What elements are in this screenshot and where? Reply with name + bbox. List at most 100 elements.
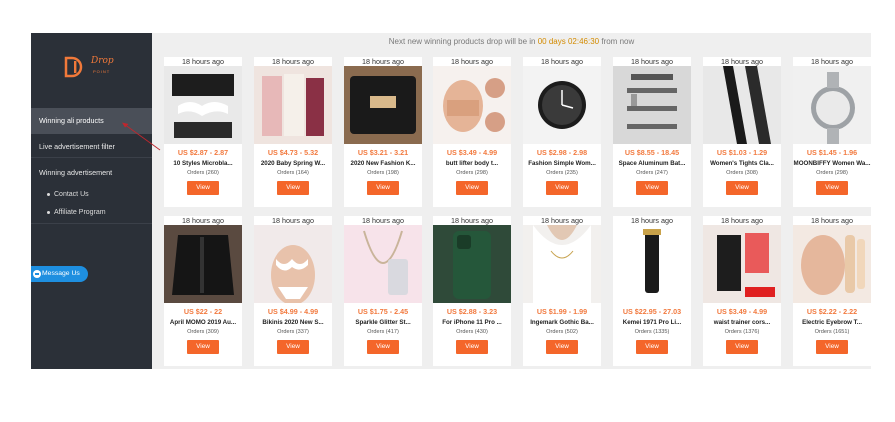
product-image[interactable] <box>254 66 332 144</box>
posted-time: 18 hours ago <box>631 216 673 225</box>
product-image[interactable] <box>254 225 332 303</box>
sidebar: Drop POINT Winning ali products Live adv… <box>31 33 152 369</box>
product-title[interactable]: 10 Styles Microbla... <box>164 160 242 167</box>
product-title[interactable]: Ingemark Gothic Ba... <box>523 319 601 326</box>
product-image[interactable] <box>613 66 691 144</box>
product-image[interactable] <box>703 66 781 144</box>
sidebar-item-affiliate-program[interactable]: Affiliate Program <box>47 209 106 216</box>
view-button[interactable]: View <box>726 181 758 195</box>
product-card[interactable]: 18 hours ago US $4.99 - 4.99 Bikinis 202… <box>254 216 332 366</box>
divider <box>31 223 152 224</box>
product-orders: Orders (247) <box>636 170 668 176</box>
product-title[interactable]: Electric Eyebrow T... <box>793 319 871 326</box>
product-image[interactable] <box>613 225 691 303</box>
view-button[interactable]: View <box>816 181 848 195</box>
product-card[interactable]: 18 hours ago US $2.22 - 2.22 Electric Ey… <box>793 216 871 366</box>
product-image[interactable] <box>164 225 242 303</box>
view-button[interactable]: View <box>187 181 219 195</box>
product-title[interactable]: butt lifter body t... <box>433 160 511 167</box>
product-grid-area: Next new winning products drop will be i… <box>152 33 871 369</box>
product-card[interactable]: 18 hours ago US $1.03 - 1.29 Women's Tig… <box>703 57 781 207</box>
view-button[interactable]: View <box>546 181 578 195</box>
product-image[interactable] <box>793 66 871 144</box>
product-title[interactable]: Kemei 1971 Pro Li... <box>613 319 691 326</box>
sidebar-item-label: Contact Us <box>54 191 89 198</box>
product-price: US $2.98 - 2.98 <box>536 148 588 157</box>
view-button[interactable]: View <box>456 181 488 195</box>
message-us-button[interactable]: Message Us <box>31 266 88 282</box>
view-button[interactable]: View <box>367 181 399 195</box>
posted-time: 18 hours ago <box>362 216 404 225</box>
posted-time: 18 hours ago <box>272 57 314 66</box>
view-button[interactable]: View <box>636 181 668 195</box>
sidebar-item-label: Live advertisement filter <box>39 142 115 151</box>
product-card[interactable]: 18 hours ago US $3.49 - 4.99 butt lifter… <box>433 57 511 207</box>
product-price: US $2.22 - 2.22 <box>806 307 858 316</box>
posted-time: 18 hours ago <box>451 216 493 225</box>
product-title[interactable]: MOONBIFFY Women Wa... <box>793 160 871 167</box>
product-orders: Orders (260) <box>187 170 219 176</box>
product-card[interactable]: 18 hours ago US $1.45 - 1.96 MOONBIFFY W… <box>793 57 871 207</box>
product-price: US $1.75 - 2.45 <box>357 307 409 316</box>
product-card[interactable]: 18 hours ago US $22.95 - 27.03 Kemei 197… <box>613 216 691 366</box>
sidebar-item-live-advertisement-filter[interactable]: Live advertisement filter <box>31 142 152 151</box>
product-title[interactable]: Space Aluminum Bat... <box>613 160 691 167</box>
product-orders: Orders (298) <box>456 170 488 176</box>
product-card[interactable]: 18 hours ago US $4.73 - 5.32 2020 Baby S… <box>254 57 332 207</box>
product-card[interactable]: 18 hours ago US $1.99 - 1.99 Ingemark Go… <box>523 216 601 366</box>
product-card[interactable]: 18 hours ago US $22 - 22 April MOMO 2019… <box>164 216 242 366</box>
product-card[interactable]: 18 hours ago US $2.87 - 2.87 10 Styles M… <box>164 57 242 207</box>
view-button[interactable]: View <box>367 340 399 354</box>
product-title[interactable]: waist trainer cors... <box>703 319 781 326</box>
posted-time: 18 hours ago <box>451 57 493 66</box>
product-title[interactable]: Bikinis 2020 New S... <box>254 319 332 326</box>
product-title[interactable]: Sparkle Glitter St... <box>344 319 422 326</box>
product-title[interactable]: Fashion Simple Wom... <box>523 160 601 167</box>
product-image[interactable] <box>433 66 511 144</box>
product-card[interactable]: 18 hours ago US $2.98 - 2.98 Fashion Sim… <box>523 57 601 207</box>
product-card[interactable]: 18 hours ago US $3.49 - 4.99 waist train… <box>703 216 781 366</box>
product-image[interactable] <box>703 225 781 303</box>
sidebar-item-contact-us[interactable]: Contact Us <box>47 191 89 198</box>
posted-time: 18 hours ago <box>362 57 404 66</box>
product-image[interactable] <box>523 66 601 144</box>
posted-time: 18 hours ago <box>182 216 224 225</box>
product-title[interactable]: For iPhone 11 Pro ... <box>433 319 511 326</box>
view-button[interactable]: View <box>456 340 488 354</box>
posted-time: 18 hours ago <box>721 216 763 225</box>
view-button[interactable]: View <box>187 340 219 354</box>
product-image[interactable] <box>344 66 422 144</box>
view-button[interactable]: View <box>636 340 668 354</box>
view-button[interactable]: View <box>816 340 848 354</box>
product-title[interactable]: Women's Tights Cla... <box>703 160 781 167</box>
view-button[interactable]: View <box>546 340 578 354</box>
product-card[interactable]: 18 hours ago US $3.21 - 3.21 2020 New Fa… <box>344 57 422 207</box>
product-image[interactable] <box>793 225 871 303</box>
banner-prefix: Next new winning products drop will be i… <box>388 37 536 46</box>
product-card[interactable]: 18 hours ago US $1.75 - 2.45 Sparkle Gli… <box>344 216 422 366</box>
product-image[interactable] <box>164 66 242 144</box>
view-button[interactable]: View <box>277 340 309 354</box>
product-price: US $2.88 - 3.23 <box>446 307 498 316</box>
brand-logo[interactable]: Drop POINT <box>64 55 124 81</box>
view-button[interactable]: View <box>726 340 758 354</box>
product-card[interactable]: 18 hours ago US $8.55 - 18.45 Space Alum… <box>613 57 691 207</box>
product-card[interactable]: 18 hours ago US $2.88 - 3.23 For iPhone … <box>433 216 511 366</box>
product-title[interactable]: April MOMO 2019 Au... <box>164 319 242 326</box>
product-image[interactable] <box>433 225 511 303</box>
product-price: US $1.03 - 1.29 <box>716 148 768 157</box>
product-orders: Orders (430) <box>456 329 488 335</box>
product-title[interactable]: 2020 Baby Spring W... <box>254 160 332 167</box>
product-image[interactable] <box>344 225 422 303</box>
sidebar-item-winning-advertisement[interactable]: Winning advertisement <box>31 168 152 177</box>
product-orders: Orders (308) <box>726 170 758 176</box>
product-orders: Orders (298) <box>816 170 848 176</box>
view-button[interactable]: View <box>277 181 309 195</box>
product-orders: Orders (1335) <box>634 329 670 335</box>
product-image[interactable] <box>523 225 601 303</box>
product-title[interactable]: 2020 New Fashion K... <box>344 160 422 167</box>
brand-sub: POINT <box>93 69 111 74</box>
product-price: US $22.95 - 27.03 <box>622 307 682 316</box>
posted-time: 18 hours ago <box>721 57 763 66</box>
sidebar-item-winning-ali-products[interactable]: Winning ali products <box>31 108 152 134</box>
